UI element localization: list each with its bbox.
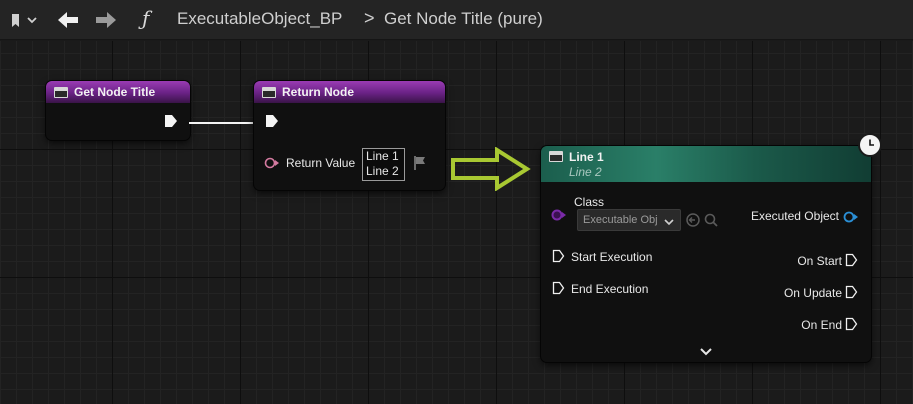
- arrow-right-icon[interactable]: [93, 8, 119, 32]
- arrow-right-icon: [450, 146, 532, 196]
- return-value-label: Return Value: [286, 156, 356, 170]
- expand-chevron-icon[interactable]: [699, 344, 713, 362]
- start-execution-label: Start Execution: [571, 250, 653, 264]
- exec-input-pin[interactable]: [552, 281, 565, 300]
- node-header: Get Node Title: [46, 81, 190, 103]
- text-input-pin[interactable]: [264, 156, 280, 174]
- node-header: Line 1 Line 2: [541, 146, 871, 182]
- search-icon[interactable]: [703, 212, 719, 233]
- exec-output-pin[interactable]: [164, 114, 178, 133]
- function-node-icon: [549, 151, 563, 162]
- exec-output-pin[interactable]: [845, 317, 858, 336]
- graph-toolbar: ƒ ExecutableObject_BP > Get Node Title (…: [0, 0, 913, 40]
- node-subtitle: Line 2: [569, 165, 602, 179]
- text-line: Line 1: [366, 149, 399, 163]
- end-execution-label: End Execution: [571, 282, 649, 296]
- clock-icon: [858, 133, 882, 157]
- exec-output-pin[interactable]: [845, 253, 858, 272]
- use-selected-icon[interactable]: [685, 212, 701, 233]
- exec-input-pin[interactable]: [265, 114, 279, 133]
- on-end-label: On End: [801, 318, 842, 332]
- return-value-text-box[interactable]: Line 1 Line 2: [362, 148, 405, 181]
- node-title: Return Node: [282, 85, 354, 99]
- class-input-pin[interactable]: [551, 208, 567, 226]
- executed-object-label: Executed Object: [750, 209, 839, 223]
- function-node-icon: [54, 86, 68, 98]
- node-header: Return Node: [254, 81, 445, 103]
- graph-canvas[interactable]: Get Node Title Return Node Return Value …: [0, 41, 913, 404]
- arrow-left-icon[interactable]: [55, 8, 81, 32]
- exec-input-pin[interactable]: [552, 249, 565, 268]
- class-dropdown-value: Executable Obj: [583, 214, 658, 226]
- breadcrumb-separator: >: [364, 8, 375, 28]
- breadcrumb-blueprint[interactable]: ExecutableObject_BP: [177, 9, 342, 29]
- localization-flag-icon[interactable]: [412, 155, 428, 176]
- object-output-pin[interactable]: [843, 210, 859, 228]
- function-icon: ƒ: [142, 6, 150, 30]
- chevron-down-icon: [663, 214, 675, 232]
- class-label: Class: [574, 195, 605, 209]
- function-node-icon: [262, 86, 276, 98]
- on-start-label: On Start: [797, 254, 842, 268]
- on-update-label: On Update: [783, 286, 842, 300]
- text-line: Line 2: [366, 164, 399, 178]
- return-node[interactable]: Return Node Return Value Line 1 Line 2: [254, 81, 445, 190]
- exec-output-pin[interactable]: [845, 285, 858, 304]
- node-title: Line 1: [569, 150, 604, 164]
- line-node[interactable]: Line 1 Line 2 Class Executable Obj Execu…: [541, 146, 871, 362]
- node-title: Get Node Title: [74, 85, 156, 99]
- bookmark-dropdown-icon[interactable]: [6, 10, 40, 30]
- breadcrumb-function[interactable]: Get Node Title (pure): [384, 9, 543, 29]
- get-node-title-node[interactable]: Get Node Title: [46, 81, 190, 140]
